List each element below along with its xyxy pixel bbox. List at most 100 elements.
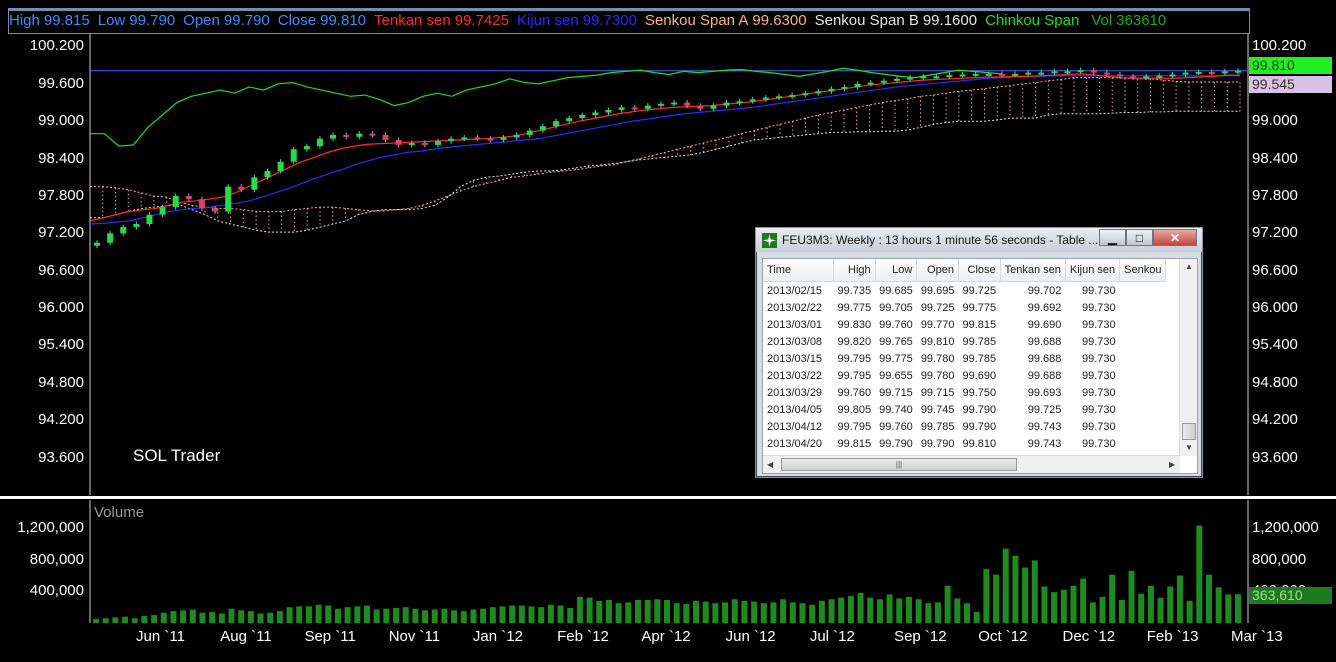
table-cell: 99.730 [1082,301,1116,314]
candle-body [1156,75,1163,78]
legend-item[interactable]: Tenkan sen 99.7425 [374,12,513,29]
minimize-button[interactable]: ▁ [1099,229,1126,246]
vertical-scroll-thumb[interactable] [1182,423,1196,440]
legend-item[interactable]: Vol 363610 [1091,12,1170,29]
data-table-area[interactable]: Time High Low Open Close Tenkan sen Kijun sen S… [762,258,1198,474]
table-row[interactable]: 2013/03/29 99.760 99.715 99.715 99.750 99.693… [763,384,1166,401]
table-cell: 99.695 [920,284,955,297]
table-column-header[interactable]: High [833,259,876,282]
legend-item[interactable]: Close 99.810 [278,12,370,29]
candle-body [841,86,848,89]
table-column-header[interactable]: Senkou [1119,259,1167,282]
table-row[interactable]: 2013/03/15 99.795 99.775 99.780 99.785 99.688… [763,350,1166,367]
table-row[interactable]: 2013/02/22 99.775 99.705 99.725 99.775 99.692… [763,299,1166,316]
candle-body [933,76,940,79]
table-row[interactable]: 2013/04/12 99.795 99.760 99.785 99.790 99.743… [763,418,1166,435]
legend-item[interactable]: Low 99.790 [98,12,179,29]
volume-bar [702,601,709,623]
x-axis-label: Aug `11 [220,628,272,645]
scroll-right-arrow-icon[interactable]: ▶ [1169,460,1175,469]
volume-bar [1051,592,1058,623]
volume-bar [973,611,980,623]
table-column-header[interactable]: Tenkan sen [1000,259,1066,282]
table-cell: 99.702 [1027,284,1062,297]
volume-bar [634,600,641,623]
volume-bar [1215,587,1222,623]
legend-item[interactable]: Senkou Span A 99.6300 [645,12,811,29]
table-cell: 99.795 [837,352,872,365]
table-row[interactable]: 2013/03/01 99.830 99.760 99.770 99.815 99.690… [763,316,1166,333]
table-row[interactable]: 2013/04/05 99.805 99.740 99.745 99.790 99.725… [763,401,1166,418]
last-volume-tag: 363,610 [1249,587,1332,604]
legend-item[interactable]: High 99.815 [9,12,94,29]
volume-bar [847,596,854,623]
price-tick-label-right: 96.000 [1252,299,1298,317]
table-column-header[interactable]: Open [916,259,959,282]
close-button[interactable]: ✕ [1153,229,1197,246]
candle-body [1012,73,1019,76]
volume-bar [1080,578,1087,623]
chinkou-span-line [90,67,1003,147]
candle-body [330,134,337,139]
legend-value: 99.810 [320,12,367,29]
candle-body [1090,70,1097,73]
volume-bar [809,604,816,623]
volume-bar [1225,594,1232,623]
senkou-span-b-line [90,110,1240,233]
data-window-titlebar[interactable]: FEU3M3: Weekly : 13 hours 1 minute 56 se… [756,228,1202,252]
candle-body [1025,72,1032,75]
candle-body [1195,72,1202,75]
candle-body [316,138,323,147]
legend-item[interactable]: Senkou Span B 99.1600 [815,12,981,29]
table-cell: 2013/03/22 [767,369,823,382]
table-row[interactable]: 2013/04/20 99.815 99.790 99.790 99.810 99.743… [763,435,1166,452]
candle-body [474,137,481,140]
maximize-button[interactable]: □ [1126,229,1153,246]
volume-bar [683,603,690,623]
scroll-down-arrow-icon[interactable]: ▼ [1185,443,1193,452]
volume-bar [489,607,496,623]
candle-body [487,138,494,141]
table-column-header[interactable]: Kijun sen [1065,259,1121,282]
horizontal-scrollbar[interactable]: ◀ ||| ▶ [763,455,1180,473]
x-axis-label: Feb `13 [1146,628,1199,645]
legend-item[interactable]: Kijun sen 99.7300 [517,12,641,29]
volume-bar [363,605,370,623]
table-cell: 99.730 [1082,437,1116,450]
data-window-caption: FEU3M3: Weekly : 13 hours 1 minute 56 se… [782,233,1099,247]
table-cell: 99.810 [962,437,997,450]
horizontal-scroll-thumb[interactable]: ||| [781,458,1017,471]
legend-item[interactable]: Open 99.790 [183,12,274,29]
legend-item[interactable]: Chinkou Span [985,12,1087,29]
volume-bar [422,610,429,623]
volume-bar [209,611,216,623]
volume-bar [393,607,400,623]
volume-bar [451,610,458,623]
table-cell: 99.730 [1082,420,1116,433]
volume-bar [693,600,700,623]
volume-bar [131,618,138,623]
volume-bar [596,600,603,623]
data-window[interactable]: FEU3M3: Weekly : 13 hours 1 minute 56 se… [755,227,1203,478]
table-column-header[interactable]: Low [875,259,918,282]
volume-bar [1070,585,1077,623]
candle-body [1169,74,1176,77]
scroll-up-arrow-icon[interactable]: ▲ [1185,262,1193,271]
table-row[interactable]: 2013/03/22 99.795 99.655 99.780 99.690 99.688… [763,367,1166,384]
legend-label: Kijun sen [516,12,579,29]
volume-bar [751,601,758,623]
panel-separator[interactable] [0,496,1336,499]
table-row[interactable]: 2013/02/15 99.735 99.685 99.695 99.725 99.702… [763,282,1166,300]
volume-bar [993,574,1000,623]
table-cell: 99.780 [920,369,955,382]
vertical-scrollbar[interactable]: ▲ ▼ [1179,259,1197,456]
volume-bar [799,603,806,623]
candle-body [946,75,953,78]
volume-bar [915,599,922,623]
table-row[interactable]: 2013/03/08 99.820 99.765 99.810 99.785 99.688… [763,333,1166,350]
volume-bar [760,603,767,623]
legend-value: 99.1600 [922,12,978,29]
table-column-header[interactable]: Time [763,259,834,282]
scroll-left-arrow-icon[interactable]: ◀ [767,460,773,469]
table-column-header[interactable]: Close [958,259,1001,282]
